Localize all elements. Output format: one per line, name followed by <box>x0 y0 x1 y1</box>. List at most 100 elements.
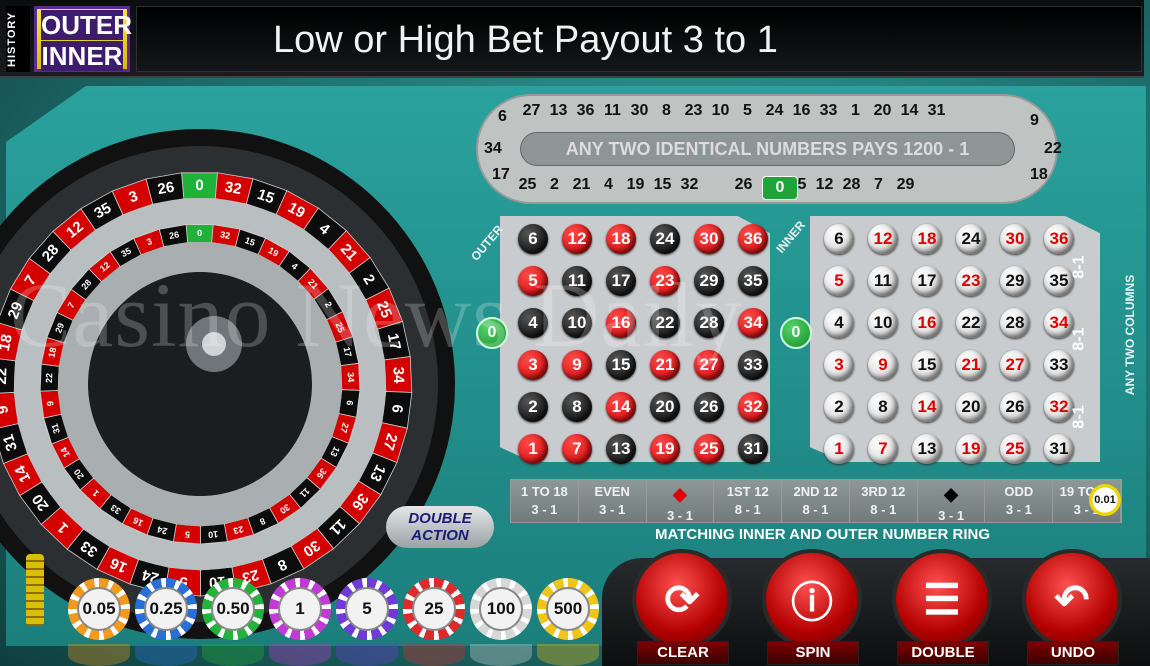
outer-number-11[interactable]: 11 <box>562 266 592 296</box>
inner-number-19[interactable]: 19 <box>956 434 986 464</box>
inner-number-14[interactable]: 14 <box>912 392 942 422</box>
racetrack-number[interactable]: 26 <box>730 176 757 194</box>
outer-number-23[interactable]: 23 <box>650 266 680 296</box>
outer-number-32[interactable]: 32 <box>738 392 768 422</box>
inner-number-36[interactable]: 36 <box>1044 224 1074 254</box>
outer-number-16[interactable]: 16 <box>606 308 636 338</box>
outer-number-21[interactable]: 21 <box>650 350 680 380</box>
racetrack-number[interactable]: 28 <box>838 176 865 194</box>
racetrack-number[interactable]: 18 <box>1030 166 1048 184</box>
outer-number-7[interactable]: 7 <box>562 434 592 464</box>
inner-number-26[interactable]: 26 <box>1000 392 1030 422</box>
chip-0.05[interactable]: 0.05 <box>68 578 130 640</box>
outside-bet-3[interactable]: 1ST 12 8 - 1 <box>714 480 783 522</box>
outer-number-34[interactable]: 34 <box>738 308 768 338</box>
chip-0.25[interactable]: 0.25 <box>135 578 197 640</box>
racetrack-number[interactable]: 29 <box>892 176 919 194</box>
chip-1[interactable]: 1 <box>269 578 331 640</box>
inner-number-13[interactable]: 13 <box>912 434 942 464</box>
column-payout-1[interactable]: 8-1 <box>1071 255 1089 278</box>
outer-number-28[interactable]: 28 <box>694 308 724 338</box>
outer-number-17[interactable]: 17 <box>606 266 636 296</box>
inner-number-5[interactable]: 5 <box>824 266 854 296</box>
inner-zero-button[interactable]: 0 <box>780 317 812 349</box>
racetrack-number[interactable]: 24 <box>761 102 788 120</box>
racetrack-number[interactable]: 33 <box>815 102 842 120</box>
history-tab[interactable]: HISTORY <box>6 6 30 72</box>
outside-bet-6[interactable]: ◆ 3 - 1 <box>917 480 986 523</box>
outer-number-3[interactable]: 3 <box>518 350 548 380</box>
outer-number-15[interactable]: 15 <box>606 350 636 380</box>
inner-number-25[interactable]: 25 <box>1000 434 1030 464</box>
inner-number-28[interactable]: 28 <box>1000 308 1030 338</box>
racetrack-number[interactable]: 31 <box>923 102 950 120</box>
inner-number-31[interactable]: 31 <box>1044 434 1074 464</box>
inner-number-10[interactable]: 10 <box>868 308 898 338</box>
outer-number-12[interactable]: 12 <box>562 224 592 254</box>
racetrack-number[interactable]: 15 <box>649 176 676 194</box>
racetrack-number[interactable]: 14 <box>896 102 923 120</box>
outside-bet-1[interactable]: EVEN 3 - 1 <box>578 480 647 522</box>
inner-number-32[interactable]: 32 <box>1044 392 1074 422</box>
racetrack-number[interactable]: 36 <box>572 102 599 120</box>
racetrack-number[interactable]: 13 <box>545 102 572 120</box>
inner-number-7[interactable]: 7 <box>868 434 898 464</box>
inner-number-21[interactable]: 21 <box>956 350 986 380</box>
spin-button[interactable]: ⓘ <box>762 549 862 649</box>
racetrack-number[interactable]: 5 <box>734 102 761 120</box>
chip-500[interactable]: 500 <box>537 578 599 640</box>
outer-number-19[interactable]: 19 <box>650 434 680 464</box>
outside-bet-7[interactable]: ODD 3 - 1 <box>985 480 1054 522</box>
racetrack-number[interactable]: 34 <box>484 140 502 158</box>
inner-number-22[interactable]: 22 <box>956 308 986 338</box>
outer-number-14[interactable]: 14 <box>606 392 636 422</box>
inner-number-33[interactable]: 33 <box>1044 350 1074 380</box>
racetrack-number[interactable]: 20 <box>869 102 896 120</box>
inner-number-24[interactable]: 24 <box>956 224 986 254</box>
column-payout-2[interactable]: 8-1 <box>1071 327 1089 350</box>
mode-toggle-button[interactable]: OUTER INNER <box>34 6 132 72</box>
outer-number-13[interactable]: 13 <box>606 434 636 464</box>
outer-number-20[interactable]: 20 <box>650 392 680 422</box>
racetrack-number[interactable]: 30 <box>626 102 653 120</box>
outer-number-33[interactable]: 33 <box>738 350 768 380</box>
outer-number-26[interactable]: 26 <box>694 392 724 422</box>
inner-number-15[interactable]: 15 <box>912 350 942 380</box>
racetrack-number[interactable]: 25 <box>514 176 541 194</box>
racetrack-zero[interactable]: 0 <box>762 176 798 200</box>
outer-number-5[interactable]: 5 <box>518 266 548 296</box>
inner-number-6[interactable]: 6 <box>824 224 854 254</box>
outer-number-8[interactable]: 8 <box>562 392 592 422</box>
inner-number-1[interactable]: 1 <box>824 434 854 464</box>
chip-5[interactable]: 5 <box>336 578 398 640</box>
outer-zero-button[interactable]: 0 <box>476 317 508 349</box>
racetrack-number[interactable]: 32 <box>676 176 703 194</box>
racetrack-number[interactable]: 12 <box>811 176 838 194</box>
inner-number-11[interactable]: 11 <box>868 266 898 296</box>
racetrack-number[interactable]: 10 <box>707 102 734 120</box>
inner-number-30[interactable]: 30 <box>1000 224 1030 254</box>
racetrack-number[interactable]: 2 <box>541 176 568 194</box>
outer-number-25[interactable]: 25 <box>694 434 724 464</box>
outside-bet-2[interactable]: ◆ 3 - 1 <box>646 480 715 523</box>
racetrack-number[interactable]: 6 <box>498 108 507 126</box>
racetrack-number[interactable]: 17 <box>492 166 510 184</box>
outer-number-35[interactable]: 35 <box>738 266 768 296</box>
racetrack-number[interactable]: 8 <box>653 102 680 120</box>
racetrack-number[interactable]: 1 <box>842 102 869 120</box>
inner-number-16[interactable]: 16 <box>912 308 942 338</box>
racetrack-number[interactable]: 22 <box>1044 140 1062 158</box>
outer-number-18[interactable]: 18 <box>606 224 636 254</box>
double-button[interactable]: ☰ <box>892 549 992 649</box>
outer-number-30[interactable]: 30 <box>694 224 724 254</box>
clear-button[interactable]: ⟳ <box>632 549 732 649</box>
racetrack-number[interactable]: 9 <box>1030 112 1039 130</box>
outer-number-2[interactable]: 2 <box>518 392 548 422</box>
inner-number-27[interactable]: 27 <box>1000 350 1030 380</box>
inner-number-18[interactable]: 18 <box>912 224 942 254</box>
racetrack-number[interactable]: 11 <box>599 102 626 120</box>
inner-number-29[interactable]: 29 <box>1000 266 1030 296</box>
chip-100[interactable]: 100 <box>470 578 532 640</box>
inner-number-34[interactable]: 34 <box>1044 308 1074 338</box>
inner-number-35[interactable]: 35 <box>1044 266 1074 296</box>
